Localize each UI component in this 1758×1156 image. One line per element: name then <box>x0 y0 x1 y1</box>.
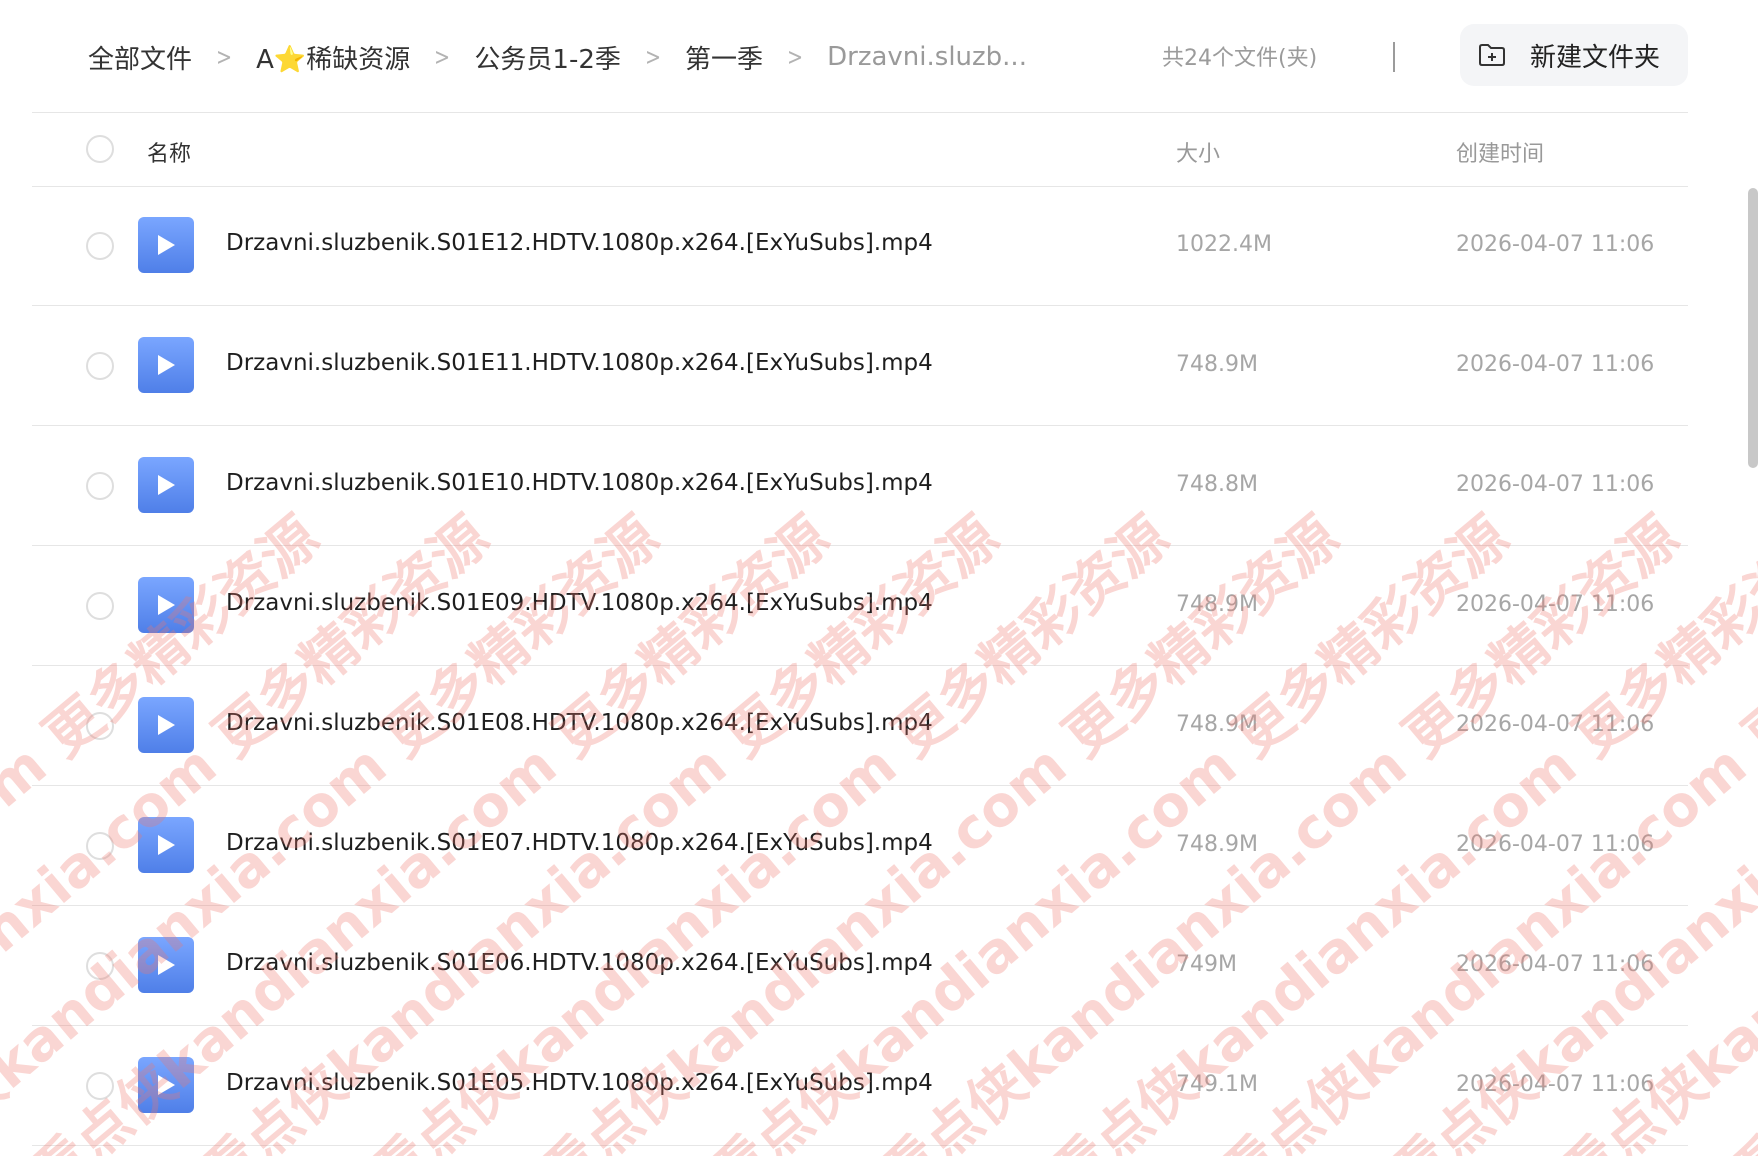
file-name[interactable]: Drzavni.sluzbenik.S01E11.HDTV.1080p.x264… <box>226 350 933 376</box>
file-created-time: 2026-04-07 11:06 <box>1456 472 1655 497</box>
video-play-icon <box>138 337 194 393</box>
breadcrumb-item-rare-resources[interactable]: A⭐稀缺资源 <box>256 39 410 76</box>
file-created-time: 2026-04-07 11:06 <box>1456 352 1655 377</box>
file-created-time: 2026-04-07 11:06 <box>1456 712 1655 737</box>
breadcrumb-item-civil-servant[interactable]: 公务员1-2季 <box>474 39 620 76</box>
row-checkbox[interactable] <box>86 832 114 860</box>
file-name[interactable]: Drzavni.sluzbenik.S01E10.HDTV.1080p.x264… <box>226 470 933 496</box>
video-play-icon <box>138 697 194 753</box>
video-play-icon <box>138 817 194 873</box>
breadcrumb-item-label: 稀缺资源 <box>306 44 411 75</box>
row-checkbox[interactable] <box>86 952 114 980</box>
column-header-size[interactable]: 大小 <box>1176 136 1220 168</box>
watermark-text: 看点侠kandianxia.com 更多精彩资源 <box>1718 504 1758 1156</box>
file-name[interactable]: Drzavni.sluzbenik.S01E05.HDTV.1080p.x264… <box>226 1070 933 1096</box>
video-play-icon <box>138 937 194 993</box>
row-checkbox[interactable] <box>86 712 114 740</box>
breadcrumb-separator-icon: > <box>787 43 804 71</box>
row-checkbox[interactable] <box>86 232 114 260</box>
file-size: 748.9M <box>1176 352 1258 377</box>
table-row[interactable]: Drzavni.sluzbenik.S01E12.HDTV.1080p.x264… <box>32 186 1688 306</box>
folder-plus-icon <box>1478 43 1506 67</box>
table-header: 名称 大小 创建时间 <box>32 112 1688 186</box>
file-size: 748.9M <box>1176 712 1258 737</box>
toolbar-divider <box>1393 42 1395 72</box>
select-all-checkbox[interactable] <box>86 135 114 163</box>
new-folder-label: 新建文件夹 <box>1530 42 1661 73</box>
file-name[interactable]: Drzavni.sluzbenik.S01E06.HDTV.1080p.x264… <box>226 950 933 976</box>
breadcrumb-separator-icon: > <box>434 43 451 71</box>
file-created-time: 2026-04-07 11:06 <box>1456 592 1655 617</box>
file-count: 共24个文件(夹) <box>1162 46 1318 71</box>
file-size: 748.9M <box>1176 832 1258 857</box>
table-row[interactable]: Drzavni.sluzbenik.S01E07.HDTV.1080p.x264… <box>32 786 1688 906</box>
table-row[interactable]: Drzavni.sluzbenik.S01E09.HDTV.1080p.x264… <box>32 546 1688 666</box>
table-row[interactable]: Drzavni.sluzbenik.S01E10.HDTV.1080p.x264… <box>32 426 1688 546</box>
row-divider <box>32 1145 1688 1146</box>
star-icon: ⭐ <box>273 44 307 75</box>
breadcrumb-item-season-one[interactable]: 第一季 <box>685 39 763 76</box>
video-play-icon <box>138 457 194 513</box>
column-header-created[interactable]: 创建时间 <box>1456 136 1544 168</box>
breadcrumb-item-all-files[interactable]: 全部文件 <box>88 39 192 76</box>
row-checkbox[interactable] <box>86 1072 114 1100</box>
file-created-time: 2026-04-07 11:06 <box>1456 1072 1655 1097</box>
table-row[interactable]: Drzavni.sluzbenik.S01E11.HDTV.1080p.x264… <box>32 306 1688 426</box>
new-folder-button[interactable]: 新建文件夹 <box>1460 24 1688 86</box>
file-name[interactable]: Drzavni.sluzbenik.S01E08.HDTV.1080p.x264… <box>226 710 933 736</box>
file-size: 748.9M <box>1176 592 1258 617</box>
breadcrumb-separator-icon: > <box>216 43 233 71</box>
file-created-time: 2026-04-07 11:06 <box>1456 952 1655 977</box>
top-bar: 全部文件 > A⭐稀缺资源 > 公务员1-2季 > 第一季 > Drzavni.… <box>0 0 1758 112</box>
file-created-time: 2026-04-07 11:06 <box>1456 232 1655 257</box>
row-checkbox[interactable] <box>86 352 114 380</box>
file-name[interactable]: Drzavni.sluzbenik.S01E12.HDTV.1080p.x264… <box>226 230 933 256</box>
table-row[interactable]: Drzavni.sluzbenik.S01E06.HDTV.1080p.x264… <box>32 906 1688 1026</box>
scrollbar[interactable] <box>1748 188 1758 468</box>
file-name[interactable]: Drzavni.sluzbenik.S01E09.HDTV.1080p.x264… <box>226 590 933 616</box>
row-checkbox[interactable] <box>86 472 114 500</box>
table-row[interactable]: Drzavni.sluzbenik.S01E05.HDTV.1080p.x264… <box>32 1026 1688 1146</box>
file-size: 749.1M <box>1176 1072 1258 1097</box>
video-play-icon <box>138 577 194 633</box>
file-size: 1022.4M <box>1176 232 1272 257</box>
table-row[interactable]: Drzavni.sluzbenik.S01E08.HDTV.1080p.x264… <box>32 666 1688 786</box>
breadcrumb-separator-icon: > <box>644 43 661 71</box>
file-size: 748.8M <box>1176 472 1258 497</box>
video-play-icon <box>138 1057 194 1113</box>
video-play-icon <box>138 217 194 273</box>
breadcrumb-item-current: Drzavni.sluzb... <box>827 42 1027 72</box>
column-header-name[interactable]: 名称 <box>147 136 191 168</box>
breadcrumb: 全部文件 > A⭐稀缺资源 > 公务员1-2季 > 第一季 > Drzavni.… <box>88 34 1027 80</box>
row-checkbox[interactable] <box>86 592 114 620</box>
file-name[interactable]: Drzavni.sluzbenik.S01E07.HDTV.1080p.x264… <box>226 830 933 856</box>
file-size: 749M <box>1176 952 1237 977</box>
file-created-time: 2026-04-07 11:06 <box>1456 832 1655 857</box>
breadcrumb-item-prefix: A <box>256 44 274 75</box>
